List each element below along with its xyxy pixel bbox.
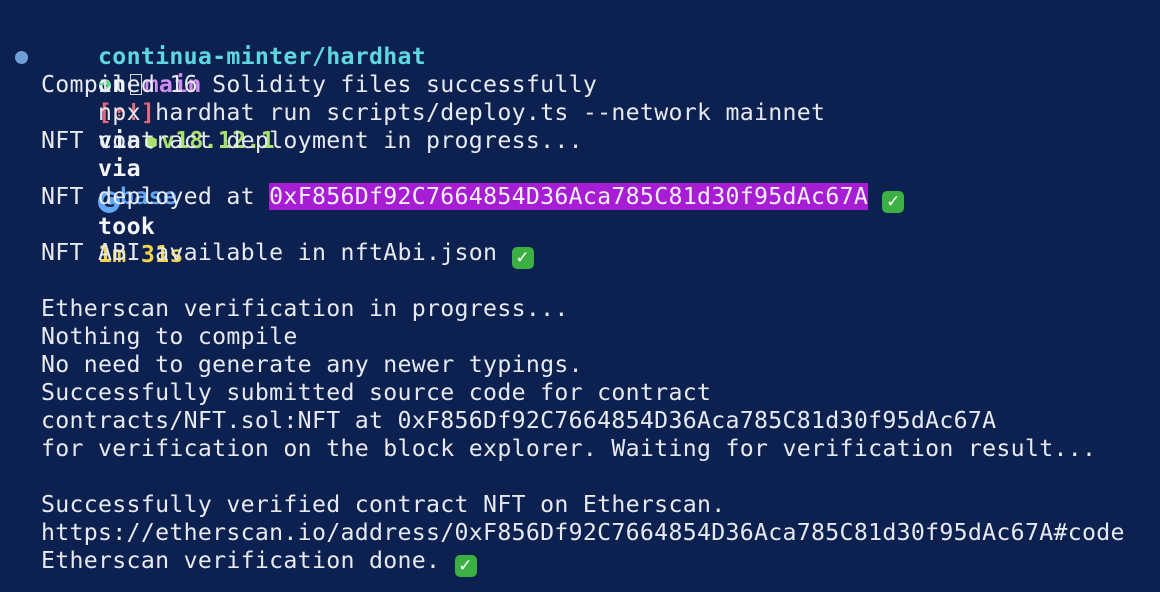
output-etherscan-url[interactable]: https://etherscan.io/address/0xF856Df92C… (41, 519, 1125, 547)
output-submitted: Successfully submitted source code for c… (41, 379, 712, 406)
deployed-address-selection[interactable]: 0xF856Df92C7664854D36Aca785C81d30f95dAc6… (269, 183, 869, 210)
output-contract-at: contracts/NFT.sol:NFT at 0xF856Df92C7664… (41, 407, 997, 434)
output-verified: Successfully verified contract NFT on Et… (41, 491, 726, 518)
output-deployed-line: NFT deployed at 0xF856Df92C7664854D36Aca… (41, 183, 905, 213)
check-mark-icon: ✓ (511, 247, 534, 269)
prompt-via: via (98, 155, 141, 182)
output-waiting: for verification on the block explorer. … (41, 435, 1097, 462)
output-nothing-to-compile: Nothing to compile (41, 323, 298, 350)
shell-prompt: continua-minter/hardhat on main [⇡!] via v… (41, 15, 426, 268)
output-compiled: Compiled 16 Solidity files successfully (41, 71, 598, 98)
done-text: Etherscan verification done. (41, 547, 441, 574)
output-verify-progress: Etherscan verification in progress... (41, 295, 569, 322)
prompt-took: took (98, 213, 156, 240)
prompt-marker-dot-icon (15, 51, 28, 64)
output-done-line: Etherscan verification done. ✓ (41, 547, 477, 577)
terminal-window[interactable]: continua-minter/hardhat on main [⇡!] via v… (0, 0, 1160, 592)
check-mark-icon: ✓ (882, 191, 905, 213)
command-line[interactable]: ➜ npx hardhat run scripts/deploy.ts --ne… (41, 43, 825, 126)
output-no-need: No need to generate any newer typings. (41, 351, 583, 378)
command-text[interactable]: npx hardhat run scripts/deploy.ts --netw… (98, 99, 825, 126)
check-mark-icon: ✓ (454, 555, 477, 577)
output-abi-line: NFT ABI available in nftAbi.json ✓ (41, 239, 534, 269)
abi-text: NFT ABI available in nftAbi.json (41, 239, 498, 266)
deployed-prefix: NFT deployed at (41, 183, 270, 210)
output-deploy-progress: NFT contract deployment in progress... (41, 127, 583, 154)
